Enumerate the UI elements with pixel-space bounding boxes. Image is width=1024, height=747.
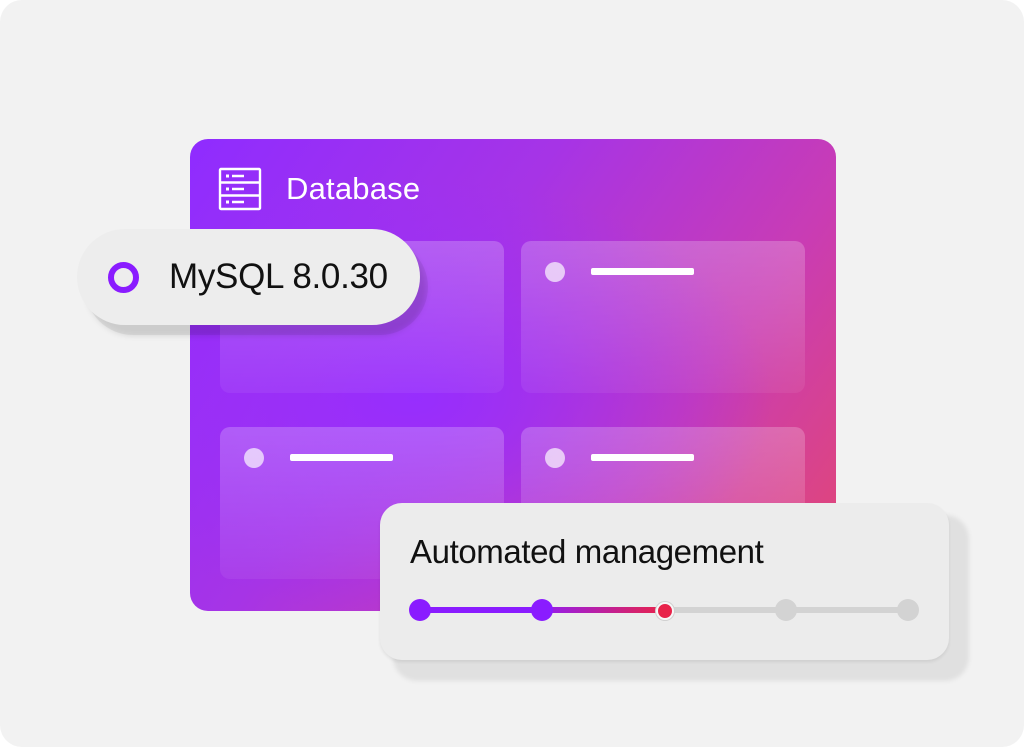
progress-step <box>409 599 431 621</box>
management-card: Automated management <box>380 503 949 660</box>
tile-label-placeholder <box>290 454 393 461</box>
database-title: Database <box>286 171 421 206</box>
progress-step <box>656 602 674 620</box>
progress-step <box>531 599 553 621</box>
progress-step <box>775 599 797 621</box>
tile-label-placeholder <box>591 268 694 275</box>
database-tile[interactable] <box>521 241 805 393</box>
version-pill[interactable]: MySQL 8.0.30 <box>77 229 420 325</box>
database-server-icon <box>218 167 262 211</box>
database-card-header: Database <box>218 167 420 211</box>
progress-step <box>897 599 919 621</box>
management-title: Automated management <box>410 533 764 570</box>
tile-status-dot <box>244 448 264 468</box>
version-label: MySQL 8.0.30 <box>169 257 388 296</box>
tile-label-placeholder <box>591 454 694 461</box>
illustration-canvas: Database MySQL 8.0.30 Automated manageme… <box>0 0 1024 747</box>
radio-selected-icon[interactable] <box>108 262 139 293</box>
tile-status-dot <box>545 448 565 468</box>
tile-status-dot <box>545 262 565 282</box>
